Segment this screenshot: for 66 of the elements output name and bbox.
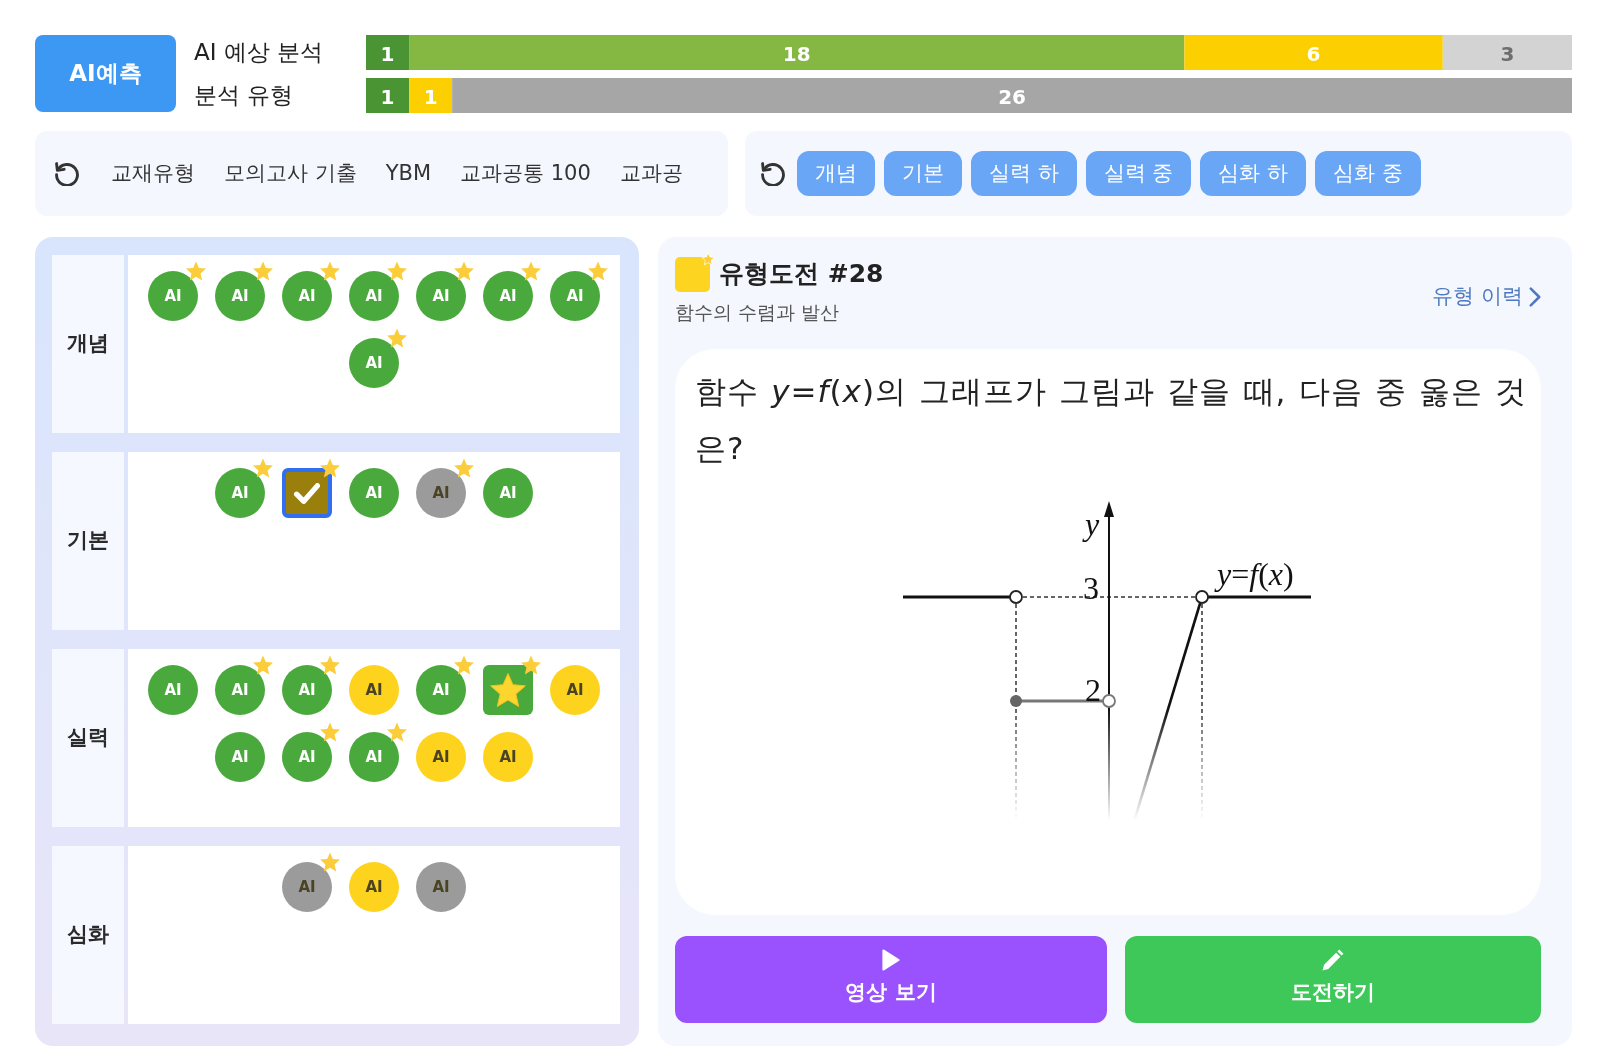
- starred-tile-icon: [675, 252, 715, 292]
- problem-button[interactable]: AI: [282, 271, 332, 321]
- problem-subtitle: 함수의 수렴과 발산: [675, 300, 841, 325]
- ai-predict-button[interactable]: AI예측: [35, 35, 176, 112]
- problem-button[interactable]: AI: [349, 862, 399, 912]
- source-filter-item[interactable]: 교과공통 100: [460, 157, 591, 190]
- source-filter-item[interactable]: 모의고사 기출: [224, 157, 357, 190]
- level-chip[interactable]: 심화 중: [1315, 151, 1421, 196]
- level-chip[interactable]: 심화 하: [1200, 151, 1307, 196]
- problem-button[interactable]: AI: [282, 862, 332, 912]
- value-label: 1: [380, 84, 395, 108]
- bar-segment: [366, 77, 410, 113]
- problem-button[interactable]: AI: [148, 271, 198, 321]
- problem-button[interactable]: AI: [349, 468, 399, 518]
- problem-button[interactable]: AI: [282, 665, 332, 715]
- problem-button[interactable]: AI: [349, 665, 399, 715]
- refresh-icon[interactable]: [55, 161, 79, 186]
- history-link[interactable]: 유형 이력: [1432, 281, 1541, 313]
- problem-button[interactable]: AI: [282, 732, 332, 782]
- bar-label: 분석 유형: [194, 80, 295, 110]
- problem-button[interactable]: AI: [416, 732, 466, 782]
- value-label: 3: [1500, 41, 1515, 65]
- value-label: 26: [998, 84, 1026, 108]
- problem-button[interactable]: AI: [215, 468, 265, 518]
- problem-button[interactable]: AI: [416, 862, 466, 912]
- problem-button[interactable]: AI: [349, 271, 399, 321]
- level-chip[interactable]: 실력 중: [1085, 151, 1192, 196]
- question-text: 함수 y=f(x)의 그래프가 그림과 같을 때, 다음 중 옳은 것은?: [695, 371, 1527, 468]
- play-icon: [880, 949, 902, 972]
- problem-button[interactable]: AI: [416, 665, 466, 715]
- problem-button[interactable]: AI: [416, 468, 466, 518]
- problem-button[interactable]: AI: [215, 271, 265, 321]
- problem-button[interactable]: AI: [483, 468, 533, 518]
- check-icon: [294, 482, 320, 504]
- pencil-icon: [1322, 949, 1344, 972]
- level-chip[interactable]: 개념: [797, 151, 875, 196]
- problem-button[interactable]: AI: [215, 732, 265, 782]
- bar-label: AI 예상 분석: [194, 37, 325, 67]
- start-challenge-button[interactable]: 도전하기: [1125, 935, 1541, 1023]
- value-label: 1: [423, 84, 438, 108]
- value-label: 6: [1306, 41, 1321, 65]
- problem-button[interactable]: AI: [550, 665, 600, 715]
- level-chip[interactable]: 실력 하: [971, 151, 1077, 196]
- problem-button[interactable]: AI: [483, 732, 533, 782]
- category-label: 기본: [52, 452, 124, 630]
- problem-title: 유형도전 #28: [719, 258, 884, 290]
- value-label: 1: [380, 41, 395, 65]
- category-label: 심화: [52, 846, 124, 1024]
- problem-button[interactable]: AI: [148, 665, 198, 715]
- problem-button[interactable]: AI: [550, 271, 600, 321]
- level-chip[interactable]: 기본: [884, 151, 962, 196]
- problem-button[interactable]: AI: [416, 271, 466, 321]
- refresh-icon[interactable]: [761, 161, 785, 186]
- source-filter-item[interactable]: 교과공: [619, 157, 683, 190]
- source-filter-item[interactable]: YBM: [385, 157, 432, 190]
- problem-button[interactable]: AI: [483, 271, 533, 321]
- category-label: 실력: [52, 649, 124, 827]
- problem-button[interactable]: AI: [215, 665, 265, 715]
- problem-button[interactable]: [282, 468, 332, 518]
- problem-button[interactable]: AI: [349, 338, 399, 388]
- problem-button[interactable]: AI: [349, 732, 399, 782]
- value-label: 18: [782, 41, 811, 65]
- chevron-right-icon: [1529, 286, 1541, 307]
- category-label: 개념: [52, 255, 124, 433]
- watch-video-button[interactable]: 영상 보기: [675, 935, 1107, 1023]
- source-filter-item[interactable]: 교재유형: [111, 157, 195, 190]
